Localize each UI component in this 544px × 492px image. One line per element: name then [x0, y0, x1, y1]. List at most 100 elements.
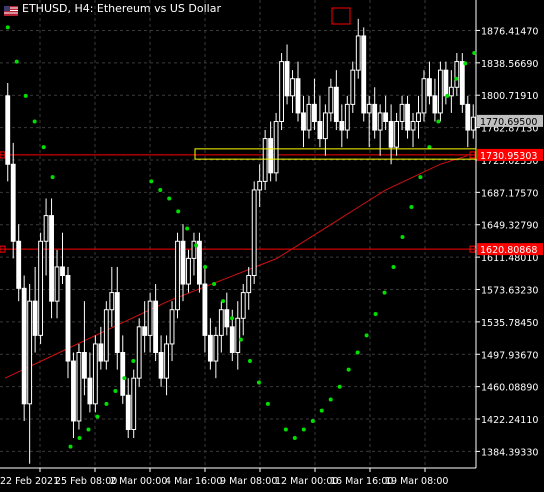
sar-dot: [158, 187, 163, 192]
sar-dot: [176, 209, 181, 214]
candle-body: [32, 300, 38, 336]
sar-dot: [230, 316, 235, 321]
price-chart[interactable]: 1876.414701838.566901800.719101762.87130…: [0, 0, 544, 492]
candle-body: [98, 343, 104, 362]
candle-body: [421, 78, 427, 114]
price-tick-label: 1422.24110: [481, 415, 538, 426]
sar-dot: [86, 427, 91, 432]
candle-body: [125, 394, 131, 430]
candle-body: [87, 377, 93, 405]
candle-body: [240, 292, 246, 319]
sar-dot: [212, 282, 217, 287]
sar-dot: [265, 401, 270, 406]
candle-body: [81, 351, 87, 379]
sar-dot: [373, 311, 378, 316]
sar-dot: [185, 226, 190, 231]
candle-body: [180, 240, 186, 285]
candle-body: [49, 215, 54, 302]
candle-body: [295, 78, 301, 114]
candle-body: [197, 240, 202, 285]
candle-body: [103, 309, 109, 362]
sar-dot: [337, 384, 342, 389]
time-axis-label: 9 Mar 08:00: [220, 476, 277, 487]
candle-body: [262, 138, 268, 182]
candle-body: [169, 309, 175, 345]
current-price-label: 1770.69500: [480, 117, 537, 128]
sar-dot: [68, 444, 73, 449]
sar-dot: [310, 418, 315, 423]
sar-dot: [131, 359, 136, 364]
price-tick-label: 1497.93670: [481, 350, 538, 361]
candle-body: [92, 343, 98, 405]
sar-dot: [95, 414, 100, 419]
candle-body: [251, 189, 257, 276]
sar-dot: [400, 234, 405, 239]
candle-body: [454, 61, 460, 88]
sar-dot: [32, 119, 37, 124]
time-axis-label: 22 Feb 2021: [0, 476, 59, 487]
chart-title: ETHUSD, H4: Ethereum vs US Dollar: [22, 2, 221, 15]
candle-body: [257, 180, 263, 191]
time-axis-label: 12 Mar 00:00: [275, 476, 338, 487]
time-axis-label: 19 Mar 08:00: [385, 476, 448, 487]
sar-dot: [149, 179, 154, 184]
candle-body: [213, 334, 219, 362]
sar-dot: [355, 350, 360, 355]
candle-body: [38, 240, 44, 336]
candle-body: [21, 287, 27, 405]
candle-body: [372, 103, 378, 131]
time-axis-label: 16 Mar 16:00: [330, 476, 393, 487]
sar-dot: [238, 337, 243, 342]
candle-body: [443, 69, 449, 97]
sar-dot: [472, 51, 477, 56]
candle-body: [459, 61, 465, 105]
candle-body: [109, 292, 115, 311]
candle-body: [306, 103, 312, 131]
candle-body: [207, 334, 213, 362]
symbol-flag-icon: [4, 3, 18, 16]
sar-dot: [41, 145, 46, 150]
candle-body: [268, 138, 274, 174]
price-tick-label: 1838.56690: [481, 59, 538, 70]
candle-body: [410, 120, 416, 131]
candle-body: [202, 283, 208, 336]
candle-body: [65, 274, 71, 362]
candle-body: [142, 326, 148, 336]
candle-body: [175, 240, 180, 311]
candle-body: [5, 95, 11, 165]
candle-body: [312, 103, 317, 122]
sar-dot: [418, 175, 423, 180]
candle-body: [350, 69, 356, 105]
candle-body: [27, 300, 33, 405]
sar-dot: [247, 359, 252, 364]
sar-dot: [292, 436, 297, 441]
candle-body: [377, 112, 383, 131]
sar-dot: [256, 380, 261, 385]
candle-body: [465, 103, 471, 131]
candle-body: [131, 377, 137, 430]
candle-body: [60, 266, 65, 276]
sar-dot: [364, 333, 369, 338]
candle-body: [339, 120, 345, 131]
time-axis-label: 4 Mar 16:00: [165, 476, 222, 487]
sar-dot: [221, 299, 226, 304]
candle-body: [224, 309, 230, 328]
candle-body: [383, 112, 389, 122]
candle-body: [394, 120, 400, 148]
price-tick-label: 1460.08890: [481, 383, 538, 394]
sar-dot: [445, 93, 450, 98]
candle-body: [10, 163, 16, 242]
sar-dot: [14, 59, 19, 64]
candle-body: [186, 257, 191, 285]
candle-body: [120, 351, 126, 396]
candle-body: [273, 120, 279, 174]
candle-body: [405, 103, 410, 131]
candle-body: [432, 95, 438, 114]
sar-dot: [319, 408, 324, 413]
sar-dot: [5, 25, 10, 30]
level-price-label: 1620.80868: [480, 245, 537, 256]
sar-dot: [203, 264, 208, 269]
price-tick-label: 1384.39330: [481, 447, 538, 458]
candle-body: [470, 116, 476, 131]
candle-body: [246, 274, 252, 294]
